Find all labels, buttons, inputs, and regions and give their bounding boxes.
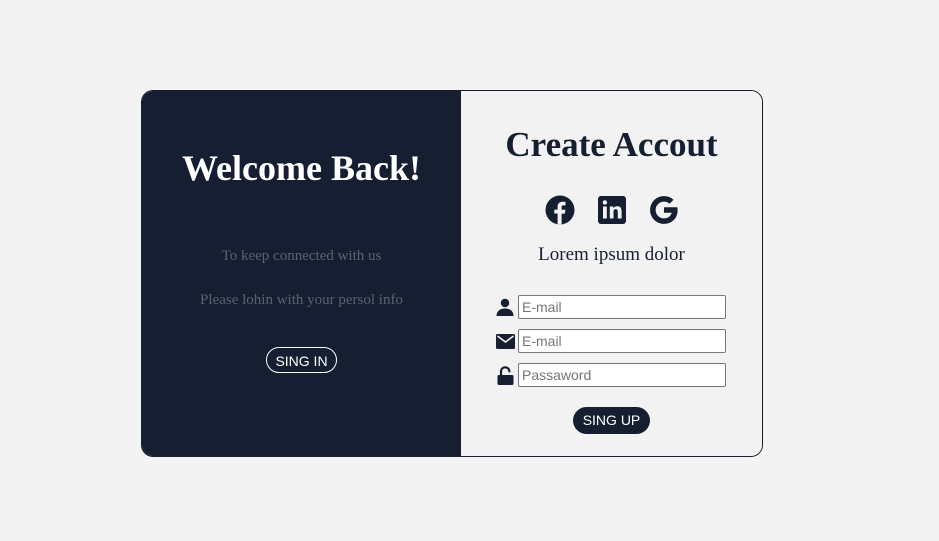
welcome-line-1: To keep connected with us	[221, 248, 382, 264]
field-row-password	[495, 363, 726, 387]
welcome-panel: Welcome Back! To keep connected with us …	[142, 91, 461, 456]
linkedin-icon[interactable]	[597, 195, 627, 225]
welcome-title: Welcome Back!	[182, 148, 421, 188]
social-login-row	[461, 195, 762, 225]
google-icon[interactable]	[649, 195, 679, 225]
auth-card: Welcome Back! To keep connected with us …	[141, 90, 763, 457]
create-account-subtitle: Lorem ipsum dolor	[538, 244, 685, 265]
field-row-email	[495, 329, 726, 353]
email-field-1[interactable]	[518, 295, 726, 319]
field-row-user	[495, 295, 726, 319]
welcome-line-2: Please lohin with your persol info	[200, 292, 403, 308]
facebook-icon[interactable]	[545, 195, 575, 225]
create-account-title: Create Accout	[505, 125, 718, 164]
create-account-panel: Create Accout Lorem ipsum dolor E-mail E…	[461, 91, 762, 456]
signin-button[interactable]: SING IN	[266, 347, 337, 373]
user-icon	[495, 297, 515, 317]
unlock-icon	[495, 365, 515, 385]
signup-button[interactable]: SING UP	[573, 407, 650, 434]
password-field[interactable]	[518, 363, 726, 387]
email-field-2[interactable]	[518, 329, 726, 353]
envelope-icon	[495, 331, 515, 351]
